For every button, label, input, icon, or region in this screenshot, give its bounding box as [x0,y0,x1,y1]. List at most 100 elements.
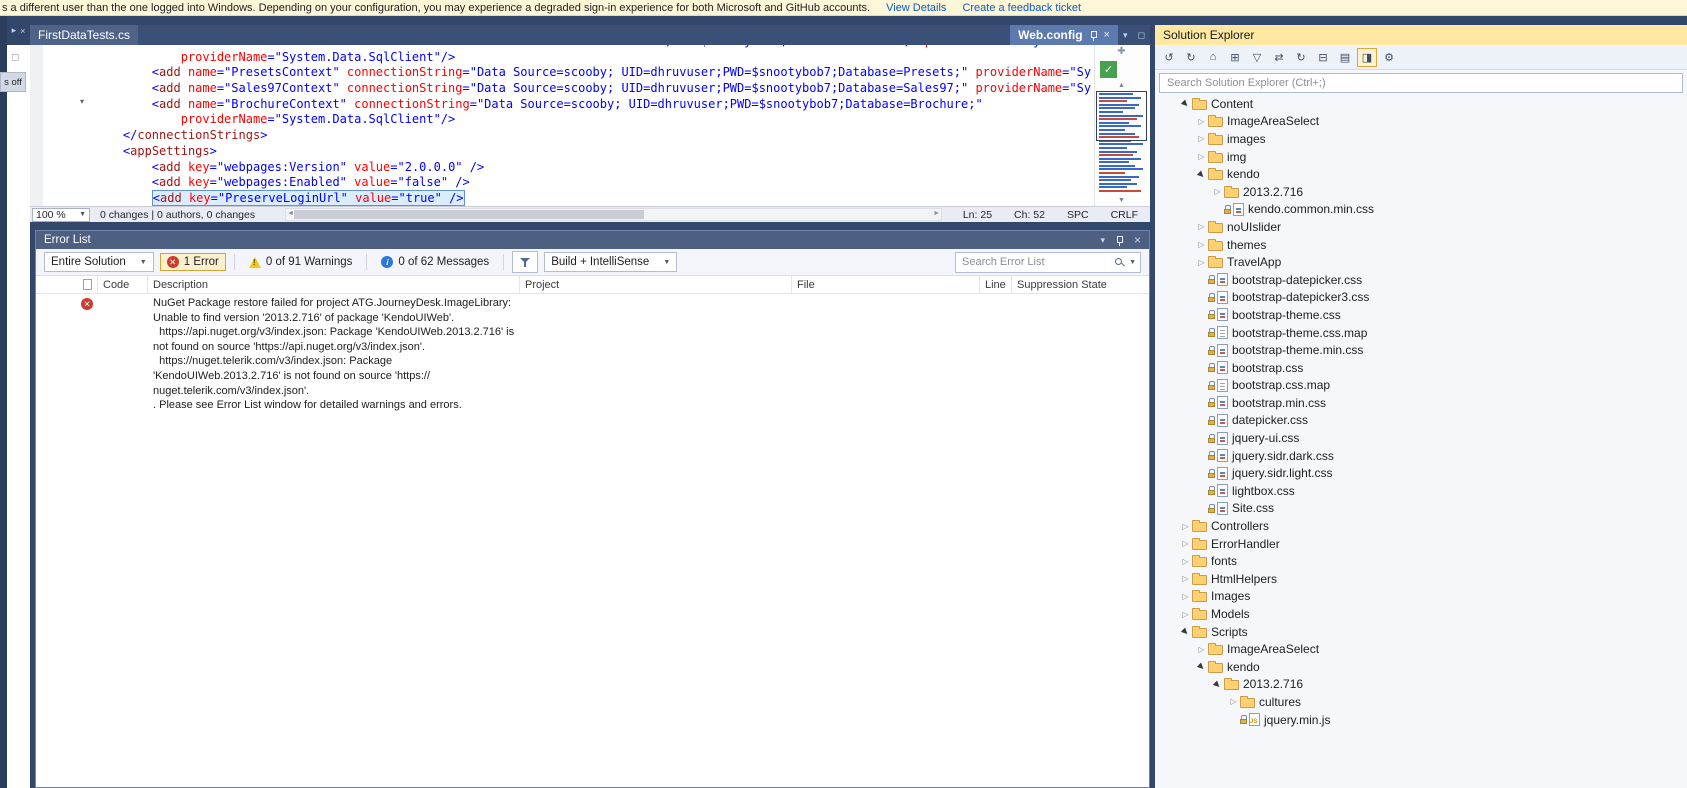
filter-button[interactable] [512,251,538,273]
tree-item[interactable]: ▷ImageAreaSelect [1155,113,1687,131]
tree-item[interactable]: ▷images [1155,130,1687,148]
tree-item[interactable]: bootstrap-datepicker3.css [1155,289,1687,307]
error-list-search-input[interactable] [960,255,1110,269]
breakpoint-gutter[interactable] [30,45,43,207]
feedback-link[interactable]: Create a feedback ticket [962,2,1081,14]
document-dropdown-icon[interactable]: ▾ [1118,25,1133,45]
preview-selected-items-icon[interactable]: ◨ [1357,48,1377,67]
code-editor[interactable]: UID=dhruvuser;PWD=$snootybob7;Database=P… [30,45,1150,207]
source-filter-dropdown[interactable]: Build + IntelliSense ▼ [544,252,677,272]
tree-item[interactable]: ▷HtmlHelpers [1155,570,1687,588]
column-header-description[interactable]: Description [148,276,520,293]
collapsed-arrow-icon[interactable]: ▷ [1195,152,1208,161]
tree-item[interactable]: kendo.common.min.css [1155,201,1687,219]
expanded-arrow-icon[interactable]: ▶ [1194,659,1210,675]
zoom-selector[interactable]: 100 % ▼ [32,208,90,222]
collapsed-arrow-icon[interactable]: ▷ [1179,610,1192,619]
line-ending-indicator[interactable]: CRLF [1111,209,1138,221]
collapsed-arrow-icon[interactable]: ▷ [1195,117,1208,126]
collapsed-arrow-icon[interactable]: ▷ [1179,592,1192,601]
tree-item[interactable]: datepicker.css [1155,412,1687,430]
tree-item[interactable]: ▷img [1155,148,1687,166]
tree-item[interactable]: ▷Images [1155,588,1687,606]
minimap-viewport-box[interactable] [1096,91,1147,141]
scrollbar-thumb[interactable] [294,210,644,219]
tree-item[interactable]: bootstrap.min.css [1155,394,1687,412]
tree-item[interactable]: jquery.sidr.dark.css [1155,447,1687,465]
tree-item[interactable]: ▶2013.2.716 [1155,676,1687,694]
tree-item[interactable]: bootstrap-theme.min.css [1155,341,1687,359]
tree-item[interactable]: ▶kendo [1155,165,1687,183]
pending-changes-filter-icon[interactable]: ▽ [1247,48,1267,67]
tree-item[interactable]: bootstrap.css.map [1155,377,1687,395]
collapsed-arrow-icon[interactable]: ▷ [1195,134,1208,143]
collapsed-arrow-icon[interactable]: ▷ [1195,240,1208,249]
tree-item[interactable]: Site.css [1155,500,1687,518]
sync-with-active-document-icon[interactable]: ⇄ [1269,48,1289,67]
expanded-arrow-icon[interactable]: ▶ [1210,677,1226,693]
collapsed-arrow-icon[interactable]: ▷ [1179,539,1192,548]
tree-item[interactable]: ▷ImageAreaSelect [1155,640,1687,658]
scroll-down-icon[interactable]: ▼ [1118,197,1125,204]
tree-item[interactable]: ▷fonts [1155,552,1687,570]
error-list-title-bar[interactable]: Error List ▾ × [36,231,1149,249]
collapsed-arrow-icon[interactable]: ▷ [1195,645,1208,654]
tree-item[interactable]: bootstrap-theme.css [1155,306,1687,324]
tree-item[interactable]: jquery.min.js [1155,711,1687,729]
tree-item[interactable]: ▷ErrorHandler [1155,535,1687,553]
collapse-all-icon[interactable]: ⊟ [1313,48,1333,67]
properties-icon[interactable]: ⚙ [1379,48,1399,67]
code-health-check-icon[interactable]: ✓ [1100,61,1117,78]
solution-explorer-search-input[interactable] [1165,76,1677,90]
editor-scrollbar-minimap[interactable]: ✚ ✓ ▲ ▼ [1094,45,1148,207]
outlining-margin-icon[interactable]: ▾ [80,97,84,106]
column-header-project[interactable]: Project [520,276,792,293]
tree-item[interactable]: ▷themes [1155,236,1687,254]
tree-item[interactable]: jquery.sidr.light.css [1155,464,1687,482]
float-window-icon[interactable]: ◻ [1133,25,1150,45]
collapsed-tool-icon[interactable]: ◻ [11,52,19,63]
collapsed-arrow-icon[interactable]: ▷ [1211,187,1224,196]
window-position-icon[interactable]: ▾ [1100,235,1105,246]
category-column-header[interactable] [36,276,98,293]
collapsed-arrow-icon[interactable]: ▷ [1195,258,1208,267]
collapsed-tool-tab[interactable]: s off [0,72,26,92]
tree-item[interactable]: ▶Content [1155,95,1687,113]
pin-tab-icon[interactable] [1089,30,1098,41]
expanded-arrow-icon[interactable]: ▶ [1178,96,1194,112]
expanded-arrow-icon[interactable]: ▶ [1178,624,1194,640]
warnings-filter-button[interactable]: 0 of 91 Warnings [243,253,359,271]
tree-item[interactable]: ▷Models [1155,605,1687,623]
dock-arrow-icon[interactable]: ▸ [12,25,17,36]
expanded-arrow-icon[interactable]: ▶ [1194,166,1210,182]
tree-item[interactable]: ▷noUIslider [1155,218,1687,236]
tree-item[interactable]: ▶Scripts [1155,623,1687,641]
switch-views-icon[interactable]: ⊞ [1225,48,1245,67]
pin-icon[interactable] [1115,235,1124,246]
tree-item[interactable]: ▶kendo [1155,658,1687,676]
collapsed-arrow-icon[interactable]: ▷ [1195,222,1208,231]
horizontal-scrollbar[interactable]: ◄ ► [285,208,942,221]
tree-item[interactable]: lightbox.css [1155,482,1687,500]
tree-item[interactable]: ▷TravelApp [1155,253,1687,271]
tree-item[interactable]: jquery-ui.css [1155,429,1687,447]
tree-item[interactable]: bootstrap-datepicker.css [1155,271,1687,289]
spaces-indicator[interactable]: SPC [1067,209,1089,221]
collapsed-arrow-icon[interactable]: ▷ [1179,522,1192,531]
collapsed-arrow-icon[interactable]: ▷ [1179,574,1192,583]
scroll-left-icon[interactable]: ◄ [287,210,294,217]
refresh-icon[interactable]: ↻ [1291,48,1311,67]
scroll-up-icon[interactable]: ▲ [1118,82,1125,89]
tab-firstdatatests[interactable]: FirstDataTests.cs [30,25,138,45]
close-icon[interactable]: × [20,26,25,36]
collapsed-arrow-icon[interactable]: ▷ [1227,697,1240,706]
tree-item[interactable]: ▷2013.2.716 [1155,183,1687,201]
tree-item[interactable]: bootstrap.css [1155,359,1687,377]
close-tab-icon[interactable]: × [1104,29,1110,41]
column-header-code[interactable]: Code [98,276,148,293]
tab-webconfig[interactable]: Web.config × [1010,25,1118,45]
tree-item[interactable]: ▷Controllers [1155,517,1687,535]
solution-explorer-title-bar[interactable]: Solution Explorer [1155,25,1687,45]
chevron-down-icon[interactable]: ▼ [1129,259,1136,266]
close-icon[interactable]: × [1134,233,1141,247]
